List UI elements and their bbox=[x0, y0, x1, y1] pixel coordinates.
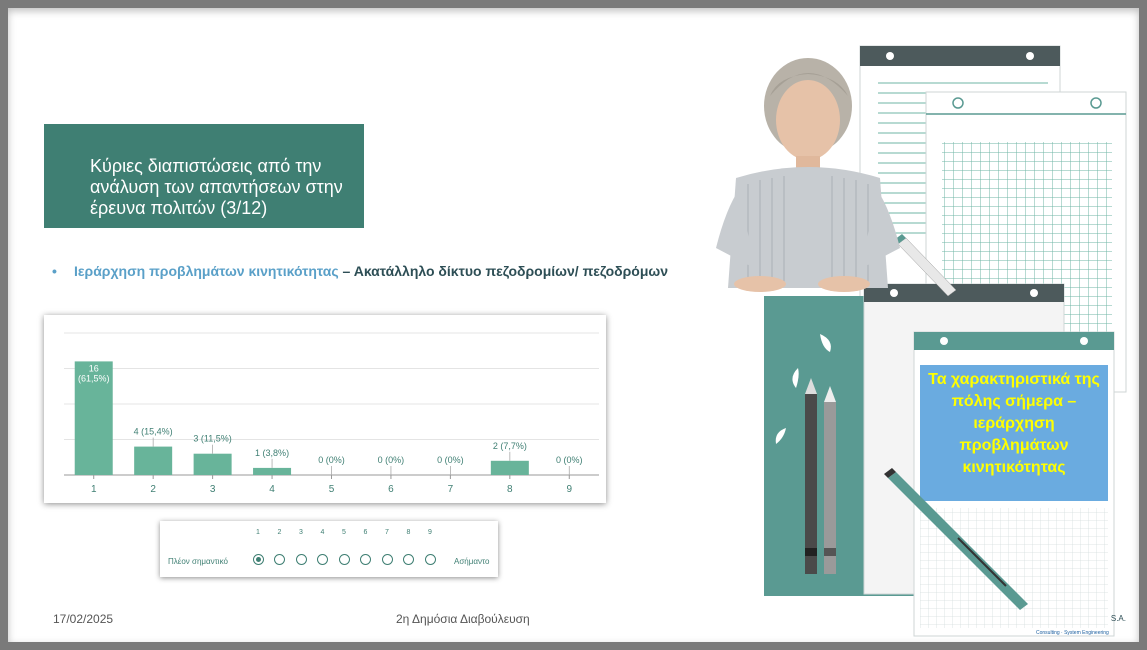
title-box: Κύριες διαπιστώσεις από την ανάλυση των … bbox=[44, 124, 364, 228]
bar-2 bbox=[134, 446, 173, 475]
x-tick-label: 1 bbox=[91, 484, 97, 495]
company-logo: S.A. Consulting · System Engineering bbox=[1032, 612, 1132, 638]
importance-scale-card: 1 2 3 4 5 6 7 8 9 Πλέον σημαντικό Ασήμαντο bbox=[160, 521, 498, 577]
data-label: 0 (0%) bbox=[556, 455, 583, 465]
logo-text: S.A. bbox=[1110, 614, 1126, 623]
logo-subtext: Consulting · System Engineering bbox=[1036, 630, 1109, 636]
data-label: 3 (11,5%) bbox=[193, 434, 231, 444]
bullet-dash: – bbox=[338, 263, 354, 279]
scale-right-label: Ασήμαντο bbox=[454, 557, 490, 566]
data-label: 2 (7,7%) bbox=[493, 441, 527, 451]
pen-top-icon bbox=[894, 234, 957, 297]
pencil-panel bbox=[764, 296, 944, 596]
x-tick-label: 5 bbox=[329, 484, 335, 495]
scale-radio-7[interactable] bbox=[381, 554, 393, 565]
bullet-topic: Ιεράρχηση προβλημάτων κινητικότητας bbox=[74, 263, 339, 279]
woman-figure bbox=[716, 58, 900, 292]
chart-card: 1 16 (61,5%) 2 4 (15,4%) 3 3 (11,5%) 4 1 (3,8%) 5… bbox=[44, 315, 606, 503]
data-label: 0 (0%) bbox=[318, 455, 345, 465]
scale-number-7: 7 bbox=[385, 529, 389, 536]
x-tick-label: 3 bbox=[210, 484, 216, 495]
x-tick-label: 8 bbox=[507, 484, 513, 495]
x-tick-label: 7 bbox=[448, 484, 454, 495]
x-tick-label: 4 bbox=[269, 484, 275, 495]
data-label: 1 (3,8%) bbox=[255, 448, 289, 458]
bar-3 bbox=[193, 453, 232, 475]
scale-radio-8[interactable] bbox=[403, 554, 414, 565]
scale-radio-3[interactable] bbox=[295, 554, 307, 565]
bullet-detail: Ακατάλληλο δίκτυο πεζοδρομίων/ πεζοδρόμω… bbox=[353, 263, 669, 279]
scale-number-3: 3 bbox=[299, 529, 303, 536]
scale-number-1: 1 bbox=[256, 529, 260, 536]
bar-8 bbox=[490, 460, 529, 475]
bullet-marker: • bbox=[52, 263, 57, 279]
x-tick-label: 9 bbox=[566, 484, 572, 495]
scale-radio-4[interactable] bbox=[317, 554, 328, 565]
notepad-grid-icon bbox=[925, 91, 1127, 393]
data-label: 0 (0%) bbox=[437, 455, 464, 465]
scale-radio-6[interactable] bbox=[360, 554, 371, 565]
scale-number-2: 2 bbox=[277, 529, 282, 536]
slide-title: Κύριες διαπιστώσεις από την ανάλυση των … bbox=[90, 156, 343, 218]
scale-number-9: 9 bbox=[428, 529, 432, 536]
scale-left-label: Πλέον σημαντικό bbox=[168, 557, 228, 566]
bar-chart: 116 (61,5%)24 (15,4%)33 (11,5%)41 (3,8%)5… bbox=[64, 332, 599, 495]
data-label: 4 (15,4%) bbox=[134, 427, 173, 437]
x-tick-label: 2 bbox=[150, 484, 156, 495]
footer-title: 2η Δημόσια Διαβούλευση bbox=[396, 612, 530, 626]
bullet-point: • Ιεράρχηση προβλημάτων κινητικότητας – … bbox=[52, 262, 672, 280]
scale-radio-5[interactable] bbox=[338, 554, 350, 565]
bar-4 bbox=[253, 467, 292, 475]
footer-date: 17/02/2025 bbox=[53, 612, 114, 626]
data-label: 0 (0%) bbox=[378, 455, 405, 465]
scale-number-4: 4 bbox=[320, 529, 325, 536]
scale-radio-1[interactable] bbox=[252, 554, 264, 565]
scale-number-5: 5 bbox=[342, 529, 346, 536]
scale-radio-2[interactable] bbox=[274, 554, 285, 565]
pen-icon bbox=[884, 468, 1028, 610]
scale-radio-9[interactable] bbox=[424, 554, 436, 565]
callout-text: Τα χαρακτηριστικά της πόλης σήμερα – ιερ… bbox=[928, 371, 1100, 476]
notepad-lined-icon bbox=[859, 45, 1061, 327]
presentation-slide: Κύριες διαπιστώσεις από την ανάλυση των … bbox=[8, 8, 1139, 642]
scale-number-8: 8 bbox=[406, 529, 411, 536]
scale-number-6: 6 bbox=[363, 529, 368, 536]
x-tick-label: 6 bbox=[388, 484, 394, 495]
